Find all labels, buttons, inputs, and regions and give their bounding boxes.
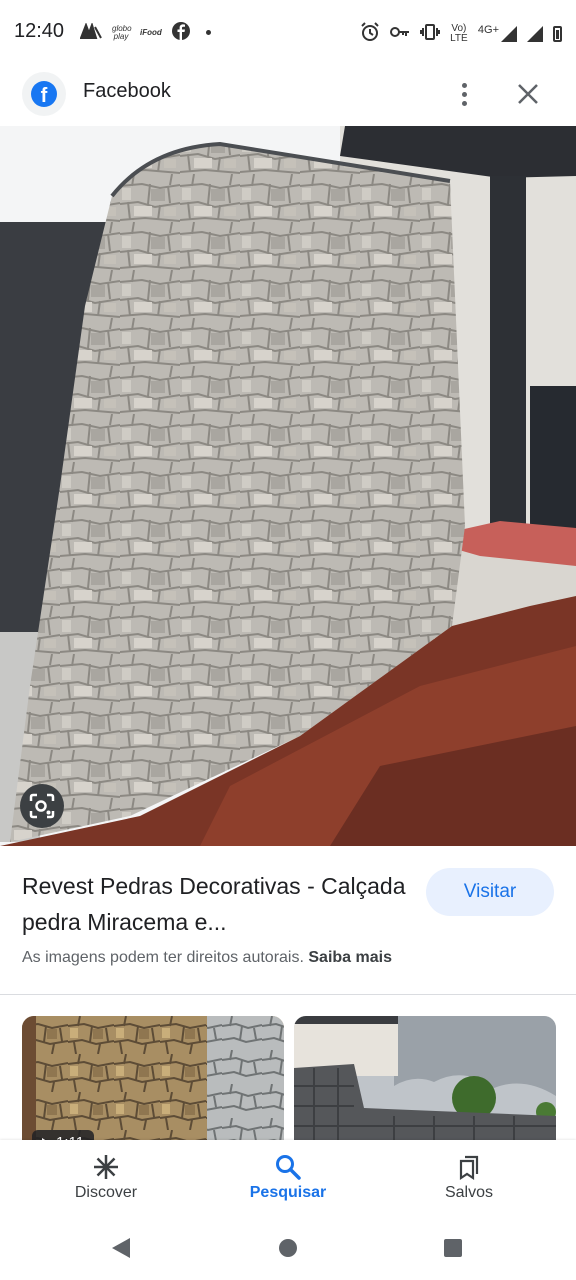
facebook-icon — [171, 22, 190, 43]
battery-icon — [553, 25, 562, 42]
bottom-navigation: Discover Pesquisar Salvos — [0, 1140, 576, 1224]
nav-saved[interactable]: Salvos — [399, 1150, 539, 1202]
nav-search-label: Pesquisar — [249, 1184, 327, 1201]
learn-more-link[interactable]: Saiba mais — [308, 949, 392, 966]
signal-icon — [527, 25, 543, 42]
status-right-icons: Vo) LTE 4G+ — [360, 22, 562, 45]
status-time: 12:40 — [14, 20, 65, 42]
alarm-icon — [360, 22, 380, 45]
food-app-icon: iFood — [140, 27, 162, 37]
home-icon[interactable] — [279, 1239, 297, 1257]
visit-button[interactable]: Visitar — [426, 868, 554, 916]
status-left-icons: globo play iFood — [79, 21, 211, 43]
related-thumbnail[interactable] — [294, 1016, 556, 1156]
bookmarks-icon — [399, 1150, 539, 1184]
facebook-logo-icon: f — [22, 72, 66, 116]
related-thumbnail[interactable]: 1:11 — [22, 1016, 284, 1156]
status-bar: 12:40 globo play iFood Vo) LTE 4G+ — [0, 0, 576, 66]
copyright-text: As imagens podem ter direitos autorais. — [22, 949, 304, 966]
nav-search[interactable]: Pesquisar — [218, 1150, 358, 1202]
result-title[interactable]: Revest Pedras Decorativas - Calçada pedr… — [22, 868, 412, 940]
network-type-label: Vo) LTE — [450, 22, 468, 44]
nav-saved-label: Salvos — [444, 1184, 494, 1201]
recents-icon[interactable] — [444, 1239, 462, 1257]
lens-search-icon[interactable] — [20, 784, 64, 828]
source-name[interactable]: Facebook — [83, 80, 171, 103]
viewer-header: f Facebook — [0, 66, 576, 126]
more-vert-icon[interactable] — [446, 76, 482, 112]
divider — [0, 994, 576, 995]
asterisk-icon — [36, 1150, 176, 1184]
dot-icon — [205, 30, 211, 35]
main-image[interactable] — [0, 126, 576, 846]
nav-discover-label: Discover — [74, 1184, 138, 1201]
globoplay-icon: globo play — [112, 23, 132, 41]
vibrate-icon — [419, 23, 440, 44]
network-logo-icon — [79, 21, 102, 42]
signal-icon — [501, 25, 517, 42]
back-icon[interactable] — [112, 1238, 130, 1258]
network-gen-label: 4G+ — [477, 23, 499, 36]
copyright-notice: As imagens podem ter direitos autorais. … — [22, 949, 392, 967]
key-icon — [389, 25, 410, 42]
search-icon — [218, 1150, 358, 1184]
system-navigation-bar — [0, 1224, 576, 1280]
close-icon[interactable] — [508, 74, 548, 114]
nav-discover[interactable]: Discover — [36, 1150, 176, 1202]
